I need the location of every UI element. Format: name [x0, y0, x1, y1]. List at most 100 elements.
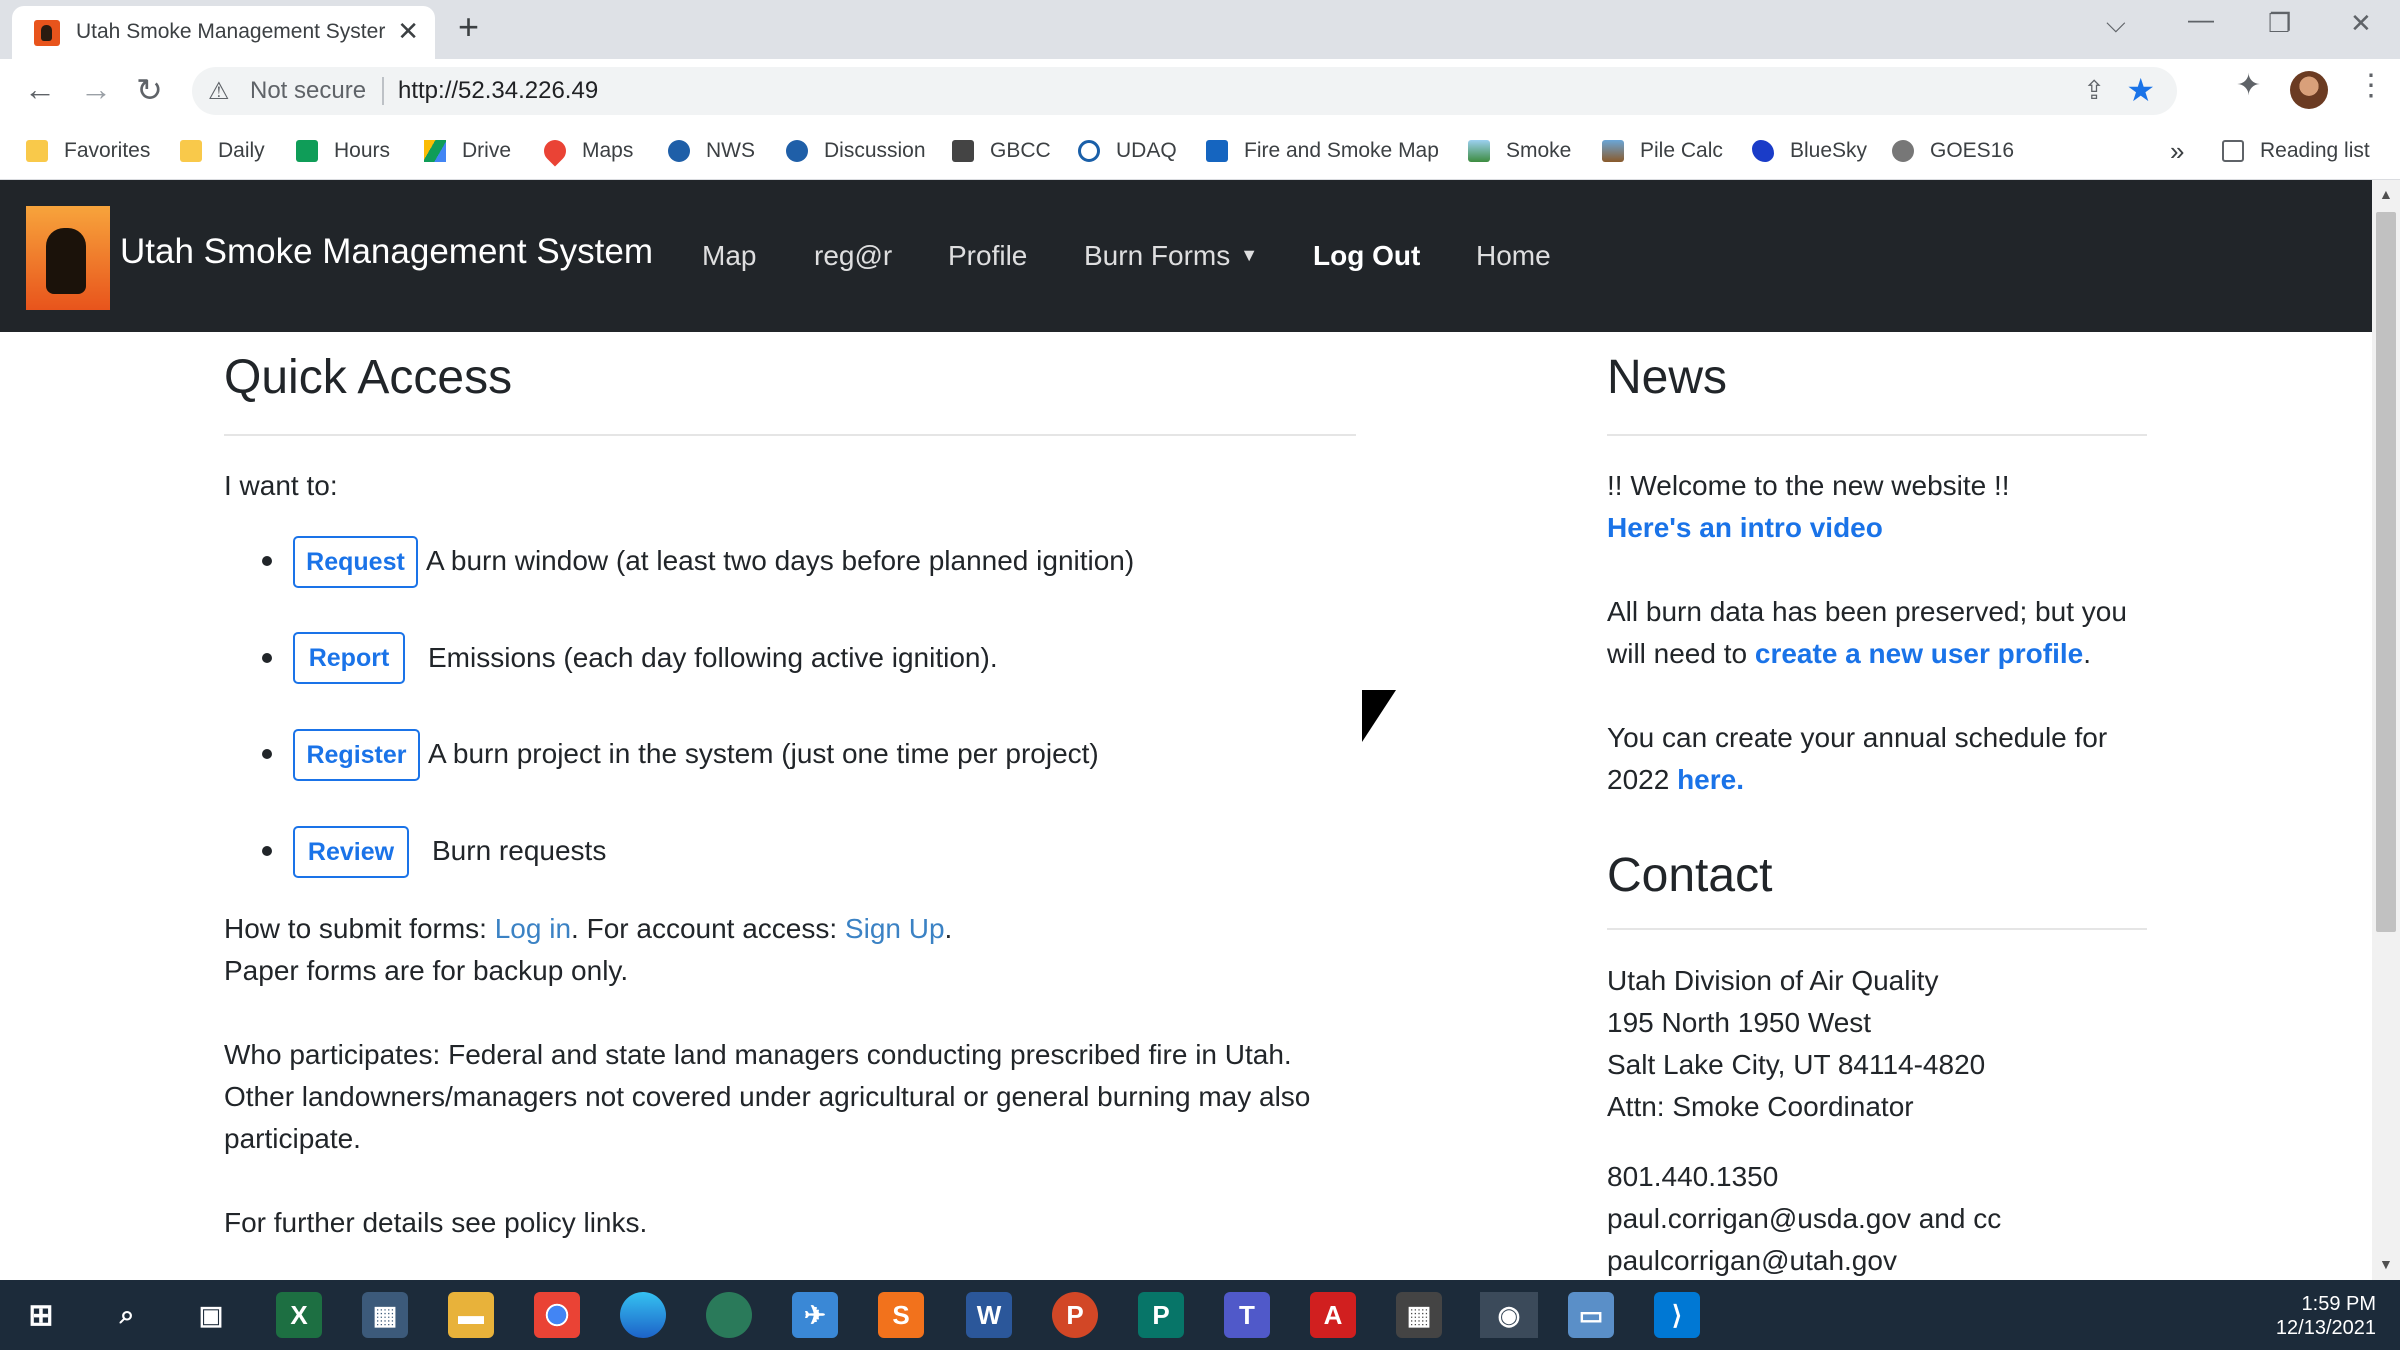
- extensions-icon[interactable]: ✦: [2236, 68, 2261, 103]
- news-schedule-line-2: 2022 here.: [1607, 759, 1744, 801]
- teams-icon[interactable]: T: [1224, 1292, 1270, 1338]
- app-icon[interactable]: ▭: [1568, 1292, 1614, 1338]
- intro-video-link[interactable]: Here's an intro video: [1607, 507, 1883, 549]
- start-icon[interactable]: ⊞: [18, 1292, 64, 1338]
- task-view-icon[interactable]: ▣: [188, 1292, 234, 1338]
- security-label[interactable]: Not secure: [250, 77, 366, 105]
- bookmark-smoke[interactable]: Smoke: [1468, 134, 1571, 168]
- obs-icon[interactable]: ◉: [1480, 1292, 1538, 1338]
- register-button[interactable]: Register: [293, 729, 420, 781]
- calculator-icon[interactable]: ▦: [1396, 1292, 1442, 1338]
- bookmark-udaq[interactable]: UDAQ: [1078, 134, 1177, 168]
- app-icon[interactable]: ▦: [362, 1292, 408, 1338]
- profile-avatar[interactable]: [2290, 71, 2328, 109]
- bookmark-favorites[interactable]: Favorites: [26, 134, 150, 168]
- submit-forms-line: How to submit forms: Log in. For account…: [224, 908, 952, 950]
- forward-icon[interactable]: →: [80, 71, 112, 108]
- bookmark-bluesky[interactable]: BlueSky: [1752, 134, 1867, 168]
- bookmark-pile-calc[interactable]: Pile Calc: [1602, 134, 1723, 168]
- nav-map[interactable]: Map: [702, 240, 756, 272]
- site-brand[interactable]: Utah Smoke Management System: [120, 232, 653, 272]
- back-icon[interactable]: ←: [24, 71, 56, 108]
- list-bullet: [262, 749, 272, 759]
- new-tab-icon[interactable]: +: [458, 6, 479, 48]
- minimize-icon[interactable]: —: [2188, 4, 2214, 35]
- bookmark-discussion[interactable]: Discussion: [786, 134, 926, 168]
- report-description: Emissions (each day following active ign…: [428, 642, 998, 673]
- quick-access-heading: Quick Access: [224, 351, 513, 404]
- owl-logo-icon[interactable]: [26, 206, 110, 310]
- clock-time: 1:59 PM: [2301, 1293, 2376, 1315]
- word-icon[interactable]: W: [966, 1292, 1012, 1338]
- nav-burn-forms[interactable]: Burn Forms ▼: [1084, 240, 1258, 272]
- file-explorer-icon[interactable]: ▬: [448, 1292, 494, 1338]
- nav-log-out[interactable]: Log Out: [1313, 240, 1420, 272]
- acrobat-icon[interactable]: A: [1310, 1292, 1356, 1338]
- bookmark-drive[interactable]: Drive: [424, 134, 511, 168]
- share-icon[interactable]: ⇪: [2083, 75, 2105, 106]
- excel-icon[interactable]: X: [276, 1292, 322, 1338]
- bluesky-icon: [1752, 140, 1774, 162]
- report-button[interactable]: Report: [293, 632, 405, 684]
- schedule-here-link[interactable]: here.: [1677, 764, 1744, 795]
- url-text[interactable]: http://52.34.226.49: [398, 77, 598, 105]
- submit-prefix: How to submit forms:: [224, 913, 495, 944]
- bookmark-nws[interactable]: NWS: [668, 134, 755, 168]
- sign-up-link[interactable]: Sign Up: [845, 913, 945, 944]
- browser-tab[interactable]: Utah Smoke Management Syster ✕: [12, 6, 435, 59]
- bookmark-label: Favorites: [64, 139, 151, 162]
- close-tab-icon[interactable]: ✕: [397, 16, 419, 47]
- tab-search-icon[interactable]: ⌵: [2106, 8, 2126, 40]
- chrome-icon[interactable]: [534, 1292, 580, 1338]
- reading-list[interactable]: Reading list: [2222, 134, 2370, 168]
- warning-icon[interactable]: ⚠: [208, 77, 230, 106]
- bookmark-fire-smoke-map[interactable]: Fire and Smoke Map: [1206, 134, 1439, 168]
- globe-icon[interactable]: [706, 1292, 752, 1338]
- browser-menu-icon[interactable]: ⋮: [2356, 68, 2386, 103]
- bookmark-goes16[interactable]: GOES16: [1892, 134, 2014, 168]
- scrollbar-thumb[interactable]: [2376, 212, 2396, 932]
- app-icon[interactable]: ✈: [792, 1292, 838, 1338]
- edge-icon[interactable]: [620, 1292, 666, 1338]
- review-button[interactable]: Review: [293, 826, 409, 878]
- bookmarks-overflow[interactable]: »: [2170, 134, 2184, 168]
- bookmark-star-icon[interactable]: ★: [2126, 71, 2155, 109]
- bookmark-label: Drive: [462, 139, 512, 162]
- reload-icon[interactable]: ↻: [136, 71, 163, 109]
- vscode-icon[interactable]: ⟩: [1654, 1292, 1700, 1338]
- powerpoint-icon[interactable]: P: [1052, 1292, 1098, 1338]
- close-window-icon[interactable]: ✕: [2350, 8, 2372, 39]
- site-favicon-icon: [34, 20, 60, 46]
- system-clock[interactable]: 1:59 PM 12/13/2021: [2276, 1292, 2376, 1340]
- log-in-link[interactable]: Log in: [495, 913, 571, 944]
- scroll-down-icon[interactable]: ▼: [2379, 1256, 2393, 1272]
- sublime-icon[interactable]: S: [878, 1292, 924, 1338]
- address-bar[interactable]: ⚠ Not secure http://52.34.226.49 ⇪ ★: [192, 67, 2177, 115]
- bookmark-label: Fire and Smoke Map: [1244, 139, 1439, 162]
- reading-list-label: Reading list: [2260, 139, 2370, 162]
- create-profile-link[interactable]: create a new user profile: [1755, 638, 2083, 669]
- bookmark-maps[interactable]: Maps: [539, 134, 633, 168]
- bookmark-hours[interactable]: Hours: [296, 134, 390, 168]
- pile-calc-icon: [1602, 140, 1624, 162]
- bookmark-label: BlueSky: [1790, 139, 1868, 162]
- gbcc-icon: [952, 140, 974, 162]
- browser-tab-strip: Utah Smoke Management Syster ✕ + ⌵ — ❐ ✕: [0, 0, 2400, 59]
- further-details: For further details see policy links.: [224, 1207, 648, 1238]
- contact-heading: Contact: [1607, 849, 1773, 902]
- publisher-icon[interactable]: P: [1138, 1292, 1184, 1338]
- bookmarks-bar: Favorites Daily Hours Drive Maps NWS Dis…: [0, 124, 2400, 180]
- register-description: A burn project in the system (just one t…: [428, 738, 1099, 769]
- folder-icon: [26, 140, 48, 162]
- restore-icon[interactable]: ❐: [2268, 8, 2291, 39]
- smoke-icon: [1468, 140, 1490, 162]
- scroll-up-icon[interactable]: ▲: [2379, 186, 2393, 202]
- bookmark-daily[interactable]: Daily: [180, 134, 265, 168]
- request-button[interactable]: Request: [293, 536, 418, 588]
- nav-profile[interactable]: Profile: [948, 240, 1027, 272]
- news-schedule-line-1: You can create your annual schedule for: [1607, 722, 2108, 753]
- nav-home[interactable]: Home: [1476, 240, 1551, 272]
- bookmark-gbcc[interactable]: GBCC: [952, 134, 1051, 168]
- nav-user[interactable]: reg@r: [814, 240, 892, 272]
- search-icon[interactable]: ⌕: [104, 1292, 150, 1338]
